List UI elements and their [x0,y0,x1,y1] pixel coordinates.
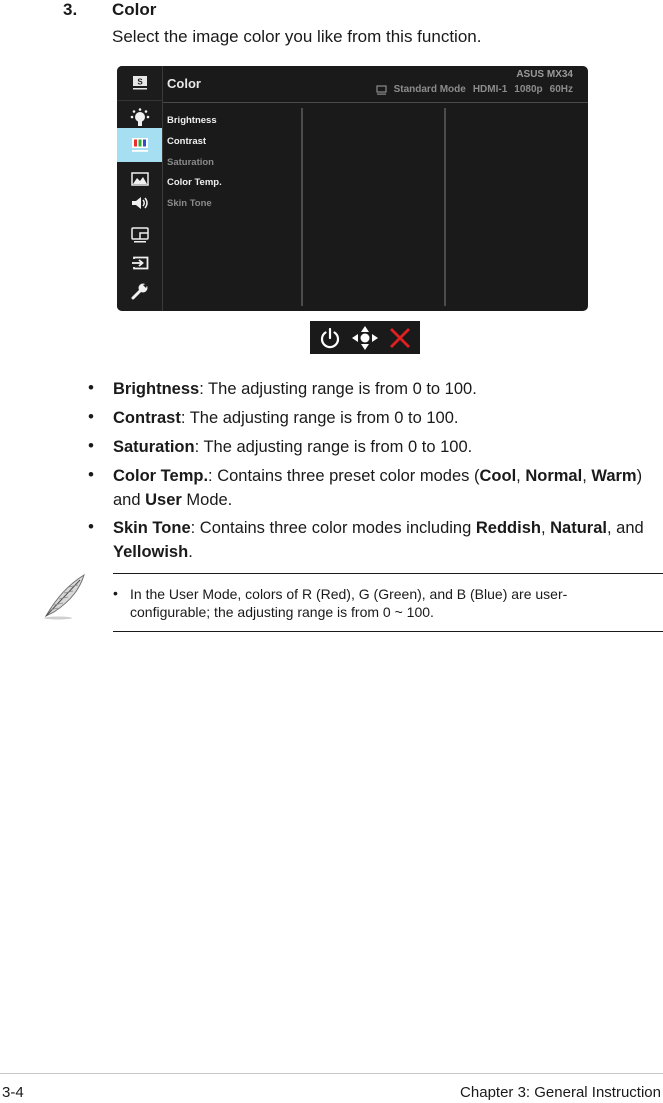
bullet-text: : The adjusting range is from 0 to 100. [180,409,459,427]
svg-text:S: S [137,78,143,87]
sidebar-item-sound[interactable] [117,186,162,220]
menu-item-skin-tone[interactable]: Skin Tone [167,198,212,209]
column-divider [301,108,303,306]
mode-warm: Warm [591,467,637,485]
bullet-mark: • [88,407,94,426]
note-bottom-rule [113,631,663,632]
osd-header: Color ASUS MX34 Standard Mode HDMI-1 108… [163,66,588,103]
separator: , [582,467,592,485]
color-icon [131,138,148,152]
osd-model: ASUS MX34 [516,69,573,80]
sidebar-item-splendid[interactable]: S [117,66,162,100]
monitor-icon [375,84,387,95]
osd-menu: S Color ASUS MX34 Standard Mode HDMI-1 1… [117,66,588,311]
menu-item-contrast[interactable]: Contrast [167,136,206,147]
pip-pbp-icon [130,227,149,243]
bullet-text: : The adjusting range is from 0 to 100. [199,380,477,398]
five-way-navigation-icon[interactable] [351,325,379,351]
osd-input: HDMI-1 [472,84,508,95]
input-select-icon [131,256,148,270]
note-top-rule [113,573,663,574]
bullet-color-temp: Color Temp.: Contains three preset color… [113,464,661,512]
note-text: In the User Mode, colors of R (Red), G (… [130,586,568,620]
osd-sidebar: S [117,66,163,311]
power-icon[interactable] [319,327,341,349]
mode-normal: Normal [525,467,583,485]
sidebar-item-color[interactable] [117,128,162,162]
image-icon [130,172,149,186]
bullet-contrast: Contrast: The adjusting range is from 0 … [113,406,661,430]
bullet-saturation: Saturation: The adjusting range is from … [113,435,661,459]
osd-title: Color [167,76,201,91]
bullet-mark: • [88,517,94,536]
menu-item-color-temp[interactable]: Color Temp. [167,177,222,188]
bullet-term: Skin Tone [113,519,191,537]
bullet-brightness: Brightness: The adjusting range is from … [113,377,661,401]
system-setup-icon [131,283,148,300]
sound-icon [131,197,148,209]
section-description: Select the image color you like from thi… [112,27,482,46]
mode-user: User [145,491,182,509]
separator: , and [607,519,644,537]
bullet-mark: • [88,465,94,484]
column-divider [444,108,446,306]
footer-rule [0,1073,663,1074]
tone-natural: Natural [550,519,607,537]
section-title: Color [112,0,157,19]
feather-pen-icon [44,573,85,620]
bullet-skin-tone: Skin Tone: Contains three color modes in… [113,516,661,564]
page-number: 3-4 [2,1084,24,1101]
chapter-title: Chapter 3: General Instruction [460,1084,661,1101]
bullet-text: : Contains three color modes including [190,519,476,537]
bullet-term: Contrast [113,409,181,427]
osd-refresh: 60Hz [549,84,573,95]
tone-reddish: Reddish [475,519,541,537]
bullet-mark: • [88,378,94,397]
splendid-icon: S [132,76,147,90]
osd-resolution: 1080p [514,84,543,95]
bullet-text: . [188,543,193,561]
osd-status-bar: Standard Mode HDMI-1 1080p 60Hz [375,84,573,95]
sidebar-item-system-setup[interactable] [117,274,162,308]
section-number: 3. [63,0,78,19]
osd-mode: Standard Mode [393,84,466,95]
menu-item-saturation[interactable]: Saturation [167,157,214,168]
note-bullet: • [113,585,118,601]
bullet-text: : The adjusting range is from 0 to 100. [194,438,473,456]
separator: , [540,519,551,537]
bullet-term: Color Temp. [113,467,209,485]
bullet-mark: • [88,436,94,455]
menu-item-brightness[interactable]: Brightness [167,115,217,126]
blue-light-filter-icon [130,108,149,126]
close-icon[interactable] [389,327,411,349]
bullet-term: Saturation [113,438,195,456]
bullet-text: : Contains three preset color modes ( [208,467,480,485]
separator: , [516,467,526,485]
bullet-term: Brightness [113,380,200,398]
bullet-text: Mode. [181,491,233,509]
tone-yellowish: Yellowish [113,543,189,561]
mode-cool: Cool [479,467,517,485]
key-guide [310,321,420,354]
